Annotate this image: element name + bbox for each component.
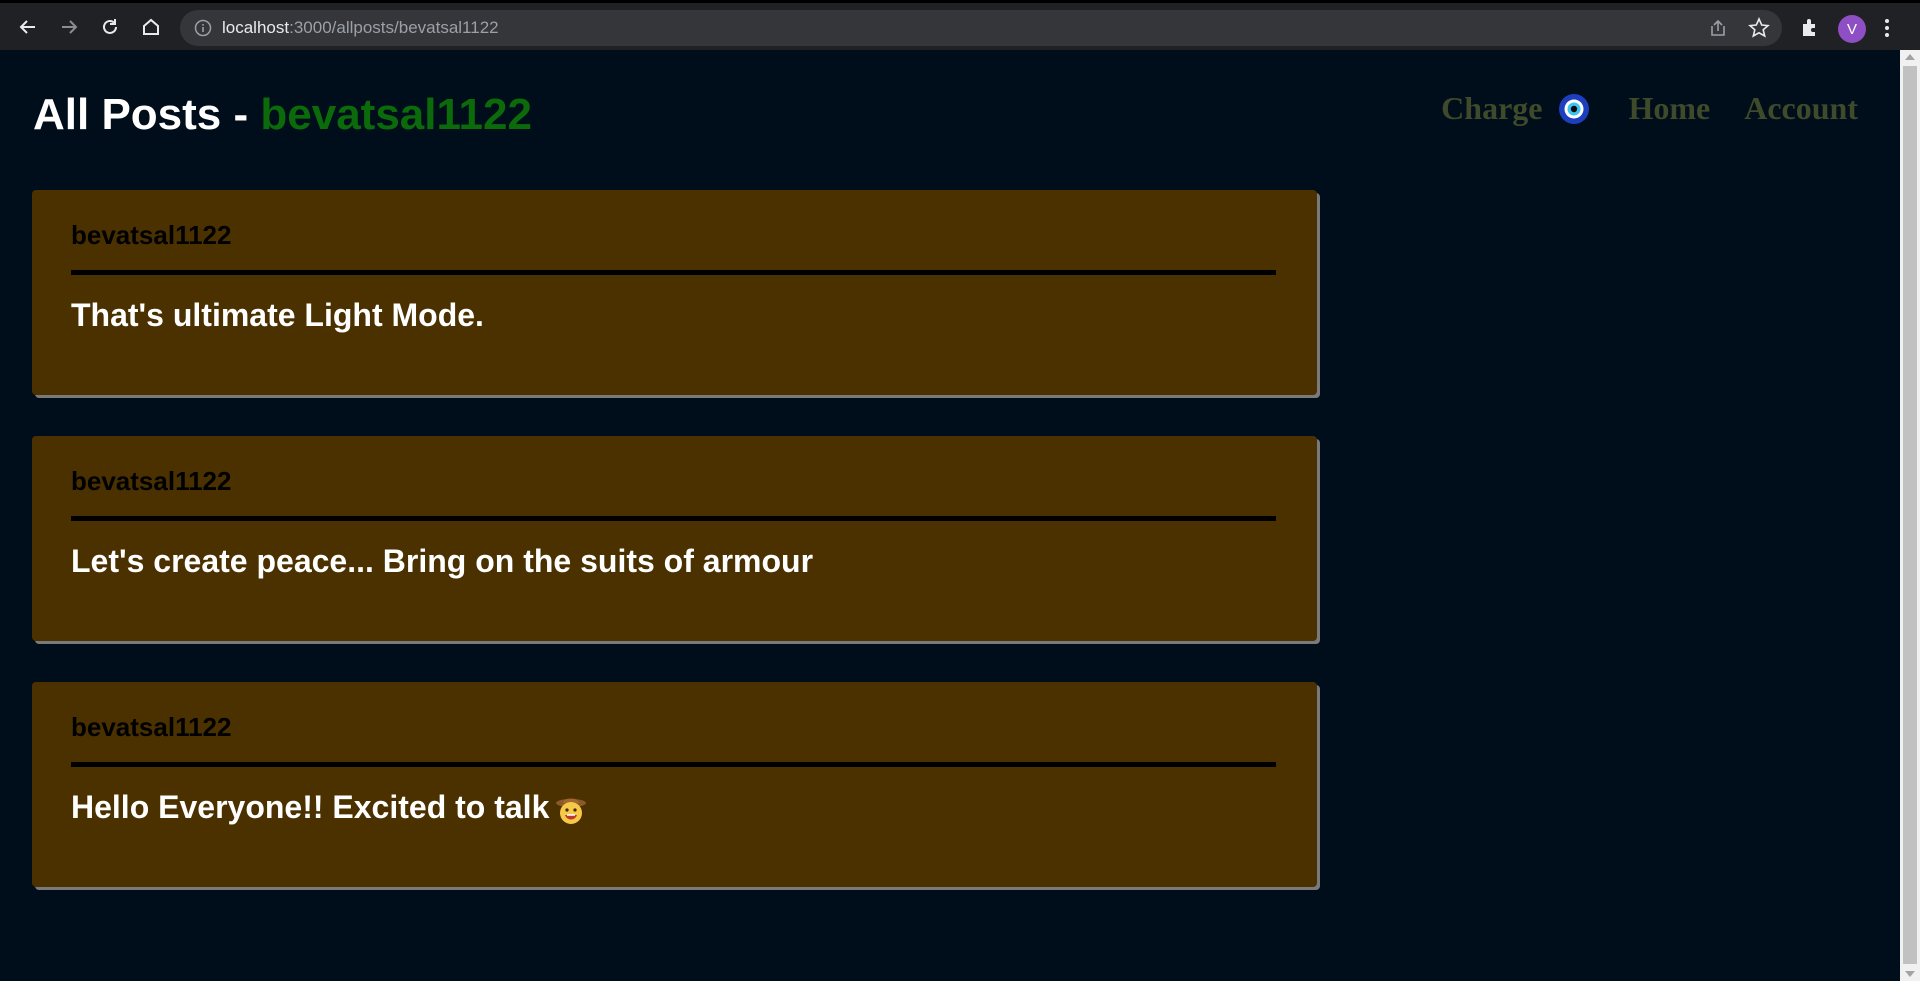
info-icon[interactable] xyxy=(194,19,212,37)
scrollbar-thumb[interactable] xyxy=(1903,66,1917,964)
home-button[interactable] xyxy=(137,13,165,41)
post-content: Hello Everyone!! Excited to talk xyxy=(71,789,550,825)
page-title: All Posts - bevatsal1122 xyxy=(33,90,532,140)
forward-button[interactable] xyxy=(55,13,83,41)
back-arrow-icon xyxy=(19,20,35,34)
vertical-scrollbar[interactable] xyxy=(1900,50,1920,981)
page-title-username: bevatsal1122 xyxy=(260,90,532,139)
nazar-eye-icon xyxy=(1559,93,1590,124)
share-icon[interactable] xyxy=(1708,18,1728,38)
post-divider xyxy=(71,270,1276,275)
home-icon xyxy=(143,18,159,35)
forward-arrow-icon xyxy=(62,20,78,34)
post-content: Let's create peace... Bring on the suits… xyxy=(71,543,814,579)
page-content: All Posts - bevatsal1122 Charge Home Acc… xyxy=(0,50,1900,981)
post-card: bevatsal1122 That's ultimate Light Mode. xyxy=(32,190,1317,395)
top-navigation: Charge Home Account xyxy=(1441,90,1858,127)
post-card: bevatsal1122 Let's create peace... Bring… xyxy=(32,436,1317,641)
scroll-down-arrow-icon[interactable] xyxy=(1905,971,1915,977)
cowboy-face-icon xyxy=(556,798,587,824)
post-card: bevatsal1122 Hello Everyone!! Excited to… xyxy=(32,682,1317,887)
nav-charge-link[interactable]: Charge xyxy=(1441,90,1590,127)
page-title-prefix: All Posts - xyxy=(33,90,261,139)
nav-account-link[interactable]: Account xyxy=(1744,90,1858,127)
reload-icon xyxy=(103,19,117,34)
post-divider xyxy=(71,762,1276,767)
scroll-up-arrow-icon[interactable] xyxy=(1905,54,1915,60)
nav-home-link[interactable]: Home xyxy=(1628,90,1710,127)
bookmark-star-icon[interactable] xyxy=(1748,17,1770,39)
post-content-wrapper: Hello Everyone!! Excited to talk xyxy=(71,789,587,826)
profile-avatar[interactable]: V xyxy=(1838,15,1866,43)
post-author: bevatsal1122 xyxy=(71,220,232,250)
extensions-puzzle-icon[interactable] xyxy=(1798,16,1822,40)
url-host: localhost xyxy=(222,18,290,37)
post-divider xyxy=(71,516,1276,521)
post-author: bevatsal1122 xyxy=(71,712,232,742)
back-button[interactable] xyxy=(14,13,42,41)
post-content: That's ultimate Light Mode. xyxy=(71,297,484,333)
nav-charge-label: Charge xyxy=(1441,90,1543,126)
posts-list: bevatsal1122 That's ultimate Light Mode.… xyxy=(32,190,1317,928)
url-text[interactable]: localhost:3000/allposts/bevatsal1122 xyxy=(222,18,499,38)
reload-button[interactable] xyxy=(96,13,124,41)
browser-toolbar: localhost:3000/allposts/bevatsal1122 V xyxy=(0,0,1920,50)
url-path: :3000/allposts/bevatsal1122 xyxy=(289,18,499,37)
post-author: bevatsal1122 xyxy=(71,466,232,496)
address-bar[interactable]: localhost:3000/allposts/bevatsal1122 xyxy=(180,10,1782,46)
more-menu-icon[interactable] xyxy=(1882,16,1892,40)
